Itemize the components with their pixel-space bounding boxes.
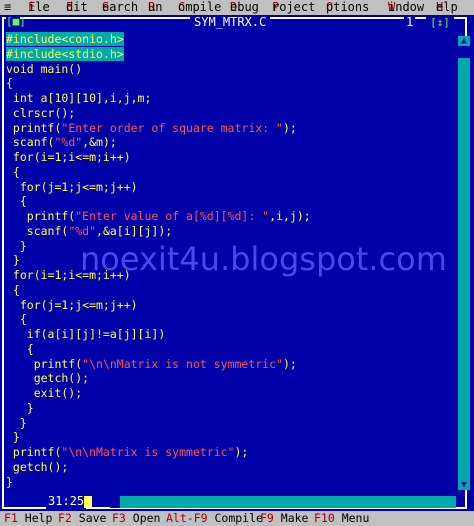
code-line[interactable]: { xyxy=(6,194,27,209)
code-token: } xyxy=(6,400,34,415)
status-compile[interactable]: Alt-F9 Compile xyxy=(166,511,263,526)
zoom-window-icon[interactable]: [↕] xyxy=(426,15,454,30)
code-line[interactable]: printf("\n\nMatrix is not symmetric"); xyxy=(6,357,297,372)
status-bar: F1 Help F2 Save F3 Open Alt-F9 Compile F… xyxy=(0,511,474,526)
code-line[interactable]: { xyxy=(6,342,34,357)
code-line[interactable]: } xyxy=(6,416,27,431)
code-token: ); xyxy=(234,445,249,459)
string-literal: "\n\nMatrix is symmetric" xyxy=(61,445,235,459)
code-line[interactable]: void main() xyxy=(6,62,82,77)
scroll-down-arrow-icon[interactable]: ▼ xyxy=(458,480,470,490)
status-save[interactable]: F2 Save xyxy=(58,511,106,526)
code-line[interactable]: } xyxy=(6,475,13,490)
horizontal-scroll-thumb[interactable] xyxy=(110,496,120,508)
code-token: clrscr(); xyxy=(6,105,76,120)
code-token: } xyxy=(6,415,27,430)
vertical-scrollbar[interactable]: ▲ ▼ xyxy=(458,36,470,490)
code-token: } xyxy=(6,253,20,268)
status-help[interactable]: F1 Help xyxy=(4,511,52,526)
code-line[interactable]: exit(); xyxy=(6,386,82,401)
code-token: printf( xyxy=(6,445,62,459)
code-line[interactable]: clrscr(); xyxy=(6,106,75,121)
code-token: scanf( xyxy=(6,135,55,150)
code-token: } xyxy=(6,474,13,489)
code-token: { xyxy=(6,312,27,327)
code-token: ); xyxy=(282,120,297,135)
code-token: { xyxy=(6,76,13,91)
code-line[interactable]: #include<stdio.h> xyxy=(6,46,124,62)
watermark-text: noexit4u.blogspot.com xyxy=(80,240,447,278)
code-token: scanf( xyxy=(6,223,69,238)
code-line[interactable]: printf("Enter order of square matrix: ")… xyxy=(6,121,297,136)
code-line[interactable]: } xyxy=(6,253,20,268)
status-menu[interactable]: F10 Menu xyxy=(314,511,369,526)
menu-bar: ≡ File Edit Search Run Compile Debug Pro… xyxy=(0,0,474,15)
code-token: printf( xyxy=(6,356,83,371)
code-token: ,&a[i][j]); xyxy=(96,223,173,238)
code-line[interactable]: printf("\n\nMatrix is symmetric"); xyxy=(6,445,248,460)
code-token: getch(); xyxy=(6,459,69,474)
code-token: } xyxy=(6,430,20,445)
cursor-position: 31:25 xyxy=(46,494,87,509)
code-line[interactable]: getch(); xyxy=(6,371,89,386)
code-token: printf( xyxy=(6,209,76,223)
code-token: { xyxy=(6,282,20,297)
modified-indicator-icon xyxy=(84,496,92,508)
code-line[interactable]: { xyxy=(6,76,13,91)
code-line[interactable]: for(j=1;j<=m;j++) xyxy=(6,298,138,313)
code-line[interactable]: printf("Enter value of a[%d][%d]: ",i,j)… xyxy=(6,209,311,224)
code-token: exit(); xyxy=(6,386,83,400)
code-token: printf( xyxy=(6,120,62,135)
code-token: ,i,j); xyxy=(269,209,311,223)
code-line[interactable]: { xyxy=(6,312,27,327)
window-title: SYM_MTRX.C xyxy=(190,15,271,30)
code-line[interactable]: } xyxy=(6,401,34,416)
code-line[interactable]: for(i=1;i<=m;i++) xyxy=(6,150,131,165)
scroll-up-arrow-icon[interactable]: ▲ xyxy=(458,36,470,46)
code-token: for(j=1;j<=m;j++) xyxy=(6,297,138,312)
window-number: 1 xyxy=(404,15,416,30)
code-line[interactable]: if(a[i][j]!=a[j][i]) xyxy=(6,327,165,342)
code-token: { xyxy=(6,194,27,209)
system-menu-icon[interactable]: ≡ xyxy=(4,0,18,15)
string-literal: "%d" xyxy=(68,223,97,238)
code-token: if(a[i][j]!=a[j][i]) xyxy=(6,327,166,341)
code-token: #include<conio.h> xyxy=(6,32,124,46)
code-token: } xyxy=(6,238,27,253)
code-line[interactable]: for(j=1;j<=m;j++) xyxy=(6,180,138,195)
vertical-scroll-thumb[interactable] xyxy=(458,46,470,58)
code-line[interactable]: scanf("%d",&m); xyxy=(6,135,117,150)
code-line[interactable]: getch(); xyxy=(6,460,68,475)
code-token: for(j=1;j<=m;j++) xyxy=(6,179,138,194)
code-token: void main() xyxy=(6,61,83,76)
code-line[interactable]: int a[10][10],i,j,m; xyxy=(6,91,151,106)
code-line[interactable]: #include<conio.h> xyxy=(6,32,124,47)
code-line[interactable]: { xyxy=(6,283,20,298)
code-token: #include<stdio.h> xyxy=(6,46,124,61)
code-line[interactable]: } xyxy=(6,430,20,445)
horizontal-scrollbar[interactable] xyxy=(110,496,456,508)
string-literal: "%d" xyxy=(54,135,83,150)
code-token: for(i=1;i<=m;i++) xyxy=(6,150,131,164)
code-token: { xyxy=(6,341,34,356)
string-literal: "Enter value of a[%d][%d]: " xyxy=(75,209,270,223)
code-token: ,&m); xyxy=(82,135,117,150)
code-token: ); xyxy=(282,356,297,371)
code-line[interactable]: scanf("%d",&a[i][j]); xyxy=(6,224,172,239)
code-token: getch(); xyxy=(6,371,90,386)
string-literal: "\n\nMatrix is not symmetric" xyxy=(82,356,283,371)
string-literal: "Enter order of square matrix: " xyxy=(61,120,283,135)
code-token: int a[10][10],i,j,m; xyxy=(6,91,152,105)
code-line[interactable]: { xyxy=(6,165,20,180)
close-window-icon[interactable]: [■] xyxy=(6,15,26,29)
code-line[interactable]: } xyxy=(6,239,27,254)
status-make[interactable]: F9 Make xyxy=(260,511,308,526)
code-token: { xyxy=(6,164,20,179)
status-open[interactable]: F3 Open xyxy=(112,511,160,526)
